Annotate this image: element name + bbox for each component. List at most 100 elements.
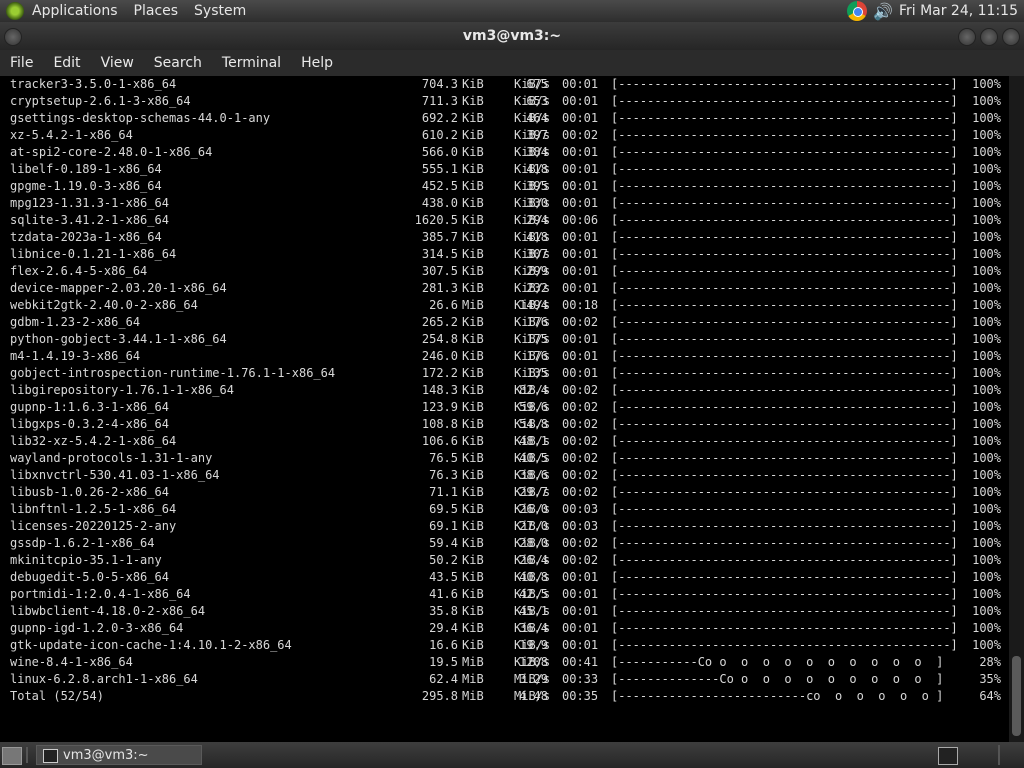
line-time: 00:33 — [562, 672, 599, 686]
menu-help[interactable]: Help — [291, 55, 343, 71]
line-unit: KiB — [462, 417, 484, 431]
show-desktop-icon[interactable] — [2, 747, 22, 765]
line-time: 00:02 — [562, 383, 599, 397]
line-size: 246.0 — [421, 349, 458, 363]
line-name: gssdp-1.6.2-1-x86_64 — [10, 536, 155, 550]
line-runit: KiB/s — [514, 434, 551, 448]
line-unit: KiB — [462, 604, 484, 618]
line-runit: KiB/s — [514, 298, 551, 312]
line-size: 16.6 — [429, 638, 458, 652]
line-unit: KiB — [462, 349, 484, 363]
line-time: 00:41 — [562, 655, 599, 669]
line-pct: 100% — [972, 332, 1001, 346]
maximize-button[interactable] — [980, 28, 998, 46]
line-pct: 100% — [972, 570, 1001, 584]
line-name: wine-8.4-1-x86_64 — [10, 655, 133, 669]
line-runit: KiB/s — [514, 145, 551, 159]
window-menu-button[interactable] — [4, 28, 22, 46]
workspace-switcher-icon[interactable] — [938, 747, 958, 765]
terminal-scrollbar[interactable] — [1009, 76, 1024, 742]
line-bar: [---------------------------------------… — [611, 570, 958, 584]
chrome-browser-icon[interactable] — [847, 1, 868, 21]
menu-edit[interactable]: Edit — [43, 55, 90, 71]
terminal-line: flex-2.6.4-5-x86_64 307.5 KiB 299 KiB/s 00:01… — [0, 263, 1009, 280]
applications-menu[interactable]: Applications — [24, 0, 126, 22]
line-name: mkinitcpio-35.1-1-any — [10, 553, 162, 567]
terminal-line: libusb-1.0.26-2-x86_64 71.1 KiB 29.7 KiB/s 00… — [0, 484, 1009, 501]
line-bar: [---------------------------------------… — [611, 247, 958, 261]
menu-view[interactable]: View — [91, 55, 144, 71]
line-time: 00:02 — [562, 128, 599, 142]
line-name: libnftnl-1.2.5-1-x86_64 — [10, 502, 177, 516]
scrollbar-thumb[interactable] — [1012, 656, 1021, 736]
line-time: 00:18 — [562, 298, 599, 312]
line-pct: 100% — [972, 179, 1001, 193]
line-size: 172.2 — [421, 366, 458, 380]
line-size: 610.2 — [421, 128, 458, 142]
line-unit: KiB — [462, 111, 484, 125]
window-titlebar[interactable]: vm3@vm3:~ — [0, 22, 1024, 50]
line-bar: [---------------------------------------… — [611, 162, 958, 176]
line-time: 00:01 — [562, 638, 599, 652]
minimize-button[interactable] — [958, 28, 976, 46]
line-size: 62.4 — [429, 672, 458, 686]
line-pct: 100% — [972, 519, 1001, 533]
line-name: gobject-introspection-runtime-1.76.1-1-x… — [10, 366, 336, 380]
distro-logo-icon[interactable] — [6, 2, 24, 20]
line-pct: 100% — [972, 366, 1001, 380]
line-pct: 100% — [972, 145, 1001, 159]
terminal-output[interactable]: tracker3-3.5.0-1-x86_64 704.3 KiB 675 KiB/s 0… — [0, 76, 1009, 742]
line-unit: KiB — [462, 570, 484, 584]
line-time: 00:02 — [562, 536, 599, 550]
volume-icon[interactable]: 🔊 — [873, 2, 893, 21]
terminal-line: libwbclient-4.18.0-2-x86_64 35.8 KiB 45.1 Ki… — [0, 603, 1009, 620]
terminal-line: gsettings-desktop-schemas-44.0-1-any 692.… — [0, 110, 1009, 127]
line-pct: 100% — [972, 247, 1001, 261]
line-pct: 100% — [972, 400, 1001, 414]
line-size: 1620.5 — [414, 213, 458, 227]
line-size: 704.3 — [421, 77, 458, 91]
line-pct: 100% — [972, 77, 1001, 91]
line-size: 711.3 — [421, 94, 458, 108]
clock[interactable]: Fri Mar 24, 11:15 — [899, 3, 1018, 19]
line-time: 00:01 — [562, 604, 599, 618]
terminal-line: gupnp-igd-1.2.0-3-x86_64 29.4 KiB 36.4 KiB/s… — [0, 620, 1009, 637]
line-time: 00:02 — [562, 468, 599, 482]
line-time: 00:02 — [562, 553, 599, 567]
line-name: webkit2gtk-2.40.0-2-x86_64 — [10, 298, 198, 312]
line-unit: KiB — [462, 128, 484, 142]
menu-file[interactable]: File — [0, 55, 43, 71]
line-time: 00:01 — [562, 281, 599, 295]
menu-search[interactable]: Search — [144, 55, 212, 71]
line-name: Total (52/54) — [10, 689, 104, 703]
terminal-line: gupnp-1:1.6.3-1-x86_64 123.9 KiB 59.6 KiB/s 0… — [0, 399, 1009, 416]
line-time: 00:02 — [562, 400, 599, 414]
terminal-line: wayland-protocols-1.31-1-any 76.5 KiB 40.5 K… — [0, 450, 1009, 467]
line-bar: [---------------------------------------… — [611, 213, 958, 227]
line-size: 29.4 — [429, 621, 458, 635]
terminal-line: licenses-20220125-2-any 69.1 KiB 27.0 KiB/s 0… — [0, 518, 1009, 535]
places-menu[interactable]: Places — [126, 0, 187, 22]
line-time: 00:02 — [562, 315, 599, 329]
line-size: 108.8 — [421, 417, 458, 431]
line-bar: [---------------------------------------… — [611, 621, 958, 635]
line-size: 35.8 — [429, 604, 458, 618]
line-bar: [---------------------------------------… — [611, 417, 958, 431]
close-button[interactable] — [1002, 28, 1020, 46]
top-panel: Applications Places System 🔊 Fri Mar 24,… — [0, 0, 1024, 22]
system-menu[interactable]: System — [186, 0, 254, 22]
line-bar: [---------------------------------------… — [611, 298, 958, 312]
line-bar: [---------------------------------------… — [611, 349, 958, 363]
line-name: python-gobject-3.44.1-1-x86_64 — [10, 332, 227, 346]
line-runit: KiB/s — [514, 519, 551, 533]
line-bar: [---------------------------------------… — [611, 400, 958, 414]
line-name: libelf-0.189-1-x86_64 — [10, 162, 162, 176]
line-bar: [---------------------------------------… — [611, 332, 958, 346]
line-pct: 100% — [972, 196, 1001, 210]
line-name: portmidi-1:2.0.4-1-x86_64 — [10, 587, 191, 601]
line-unit: KiB — [462, 587, 484, 601]
taskbar-terminal-window[interactable]: vm3@vm3:~ — [36, 745, 202, 765]
line-unit: KiB — [462, 451, 484, 465]
line-name: debugedit-5.0-5-x86_64 — [10, 570, 169, 584]
menu-terminal[interactable]: Terminal — [212, 55, 291, 71]
